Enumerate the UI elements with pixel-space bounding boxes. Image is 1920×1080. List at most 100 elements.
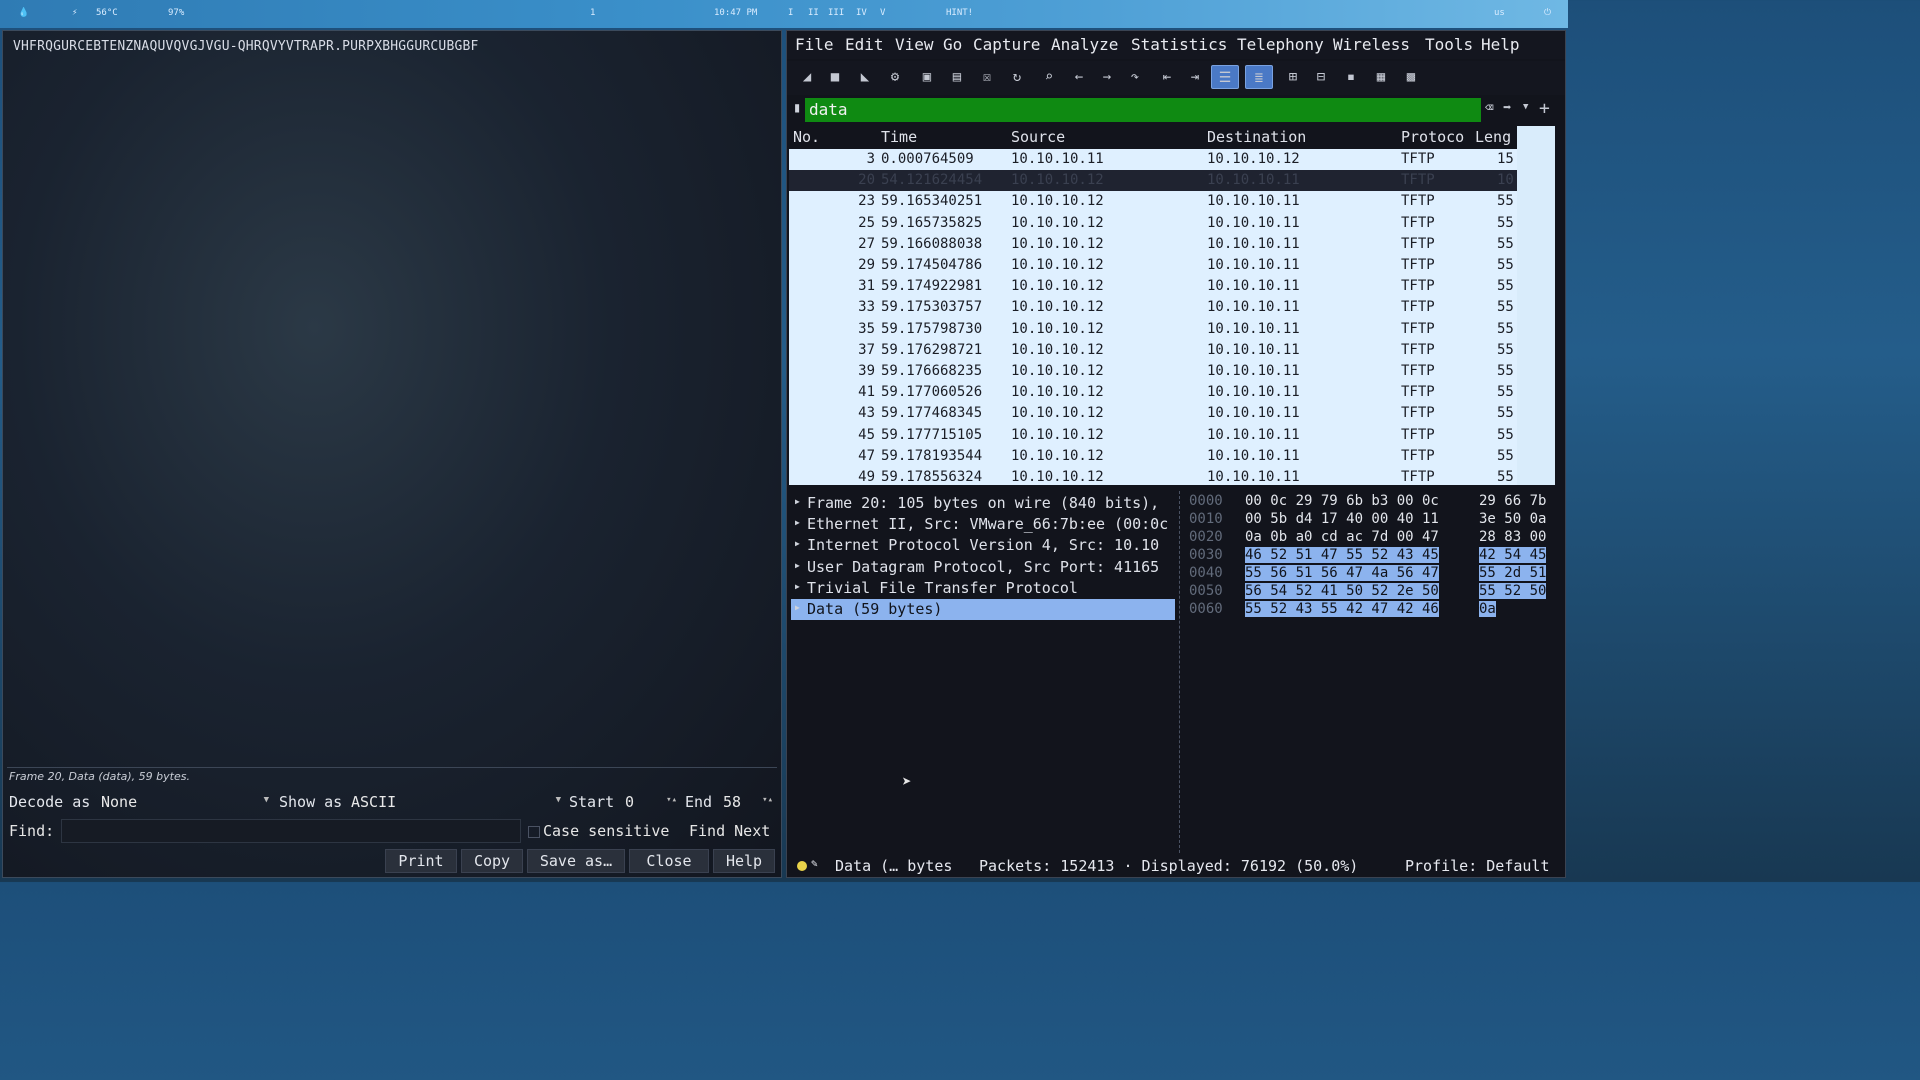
- display-filter-input[interactable]: data: [805, 98, 1481, 122]
- last-packet-icon[interactable]: ⇥: [1183, 65, 1207, 89]
- menu-file[interactable]: File: [795, 35, 834, 54]
- table-row[interactable]: 23 59.165340251 10.10.10.12 10.10.10.11 TFTP…: [789, 191, 1517, 212]
- workspace-2[interactable]: II: [808, 8, 819, 18]
- menu-help[interactable]: Help: [1481, 35, 1520, 54]
- menu-view[interactable]: View: [895, 35, 934, 54]
- table-row[interactable]: 43 59.177468345 10.10.10.12 10.10.10.11 TFTP…: [789, 403, 1517, 424]
- expert-info-icon[interactable]: [797, 861, 807, 871]
- table-row[interactable]: 27 59.166088038 10.10.10.12 10.10.10.11 TFTP…: [789, 234, 1517, 255]
- normal-size-icon[interactable]: ▪: [1339, 65, 1363, 89]
- column-destination[interactable]: Destination: [1207, 128, 1306, 146]
- detail-tree-item[interactable]: ▶ Internet Protocol Version 4, Src: 10.10: [791, 535, 1175, 556]
- hex-row[interactable]: 0030 46 52 51 47 55 52 43 45 42 54 45: [1181, 547, 1565, 565]
- search-icon[interactable]: ⌕: [1037, 65, 1061, 89]
- detail-tree-item[interactable]: ▶ Data (59 bytes): [791, 599, 1175, 620]
- expand-triangle-icon[interactable]: ▶: [795, 539, 800, 548]
- detail-tree-item[interactable]: ▶ Trivial File Transfer Protocol: [791, 578, 1175, 599]
- close-file-icon[interactable]: ☒: [975, 65, 999, 89]
- workspace-3[interactable]: III: [828, 8, 844, 18]
- capture-options-icon[interactable]: ⚙: [883, 65, 907, 89]
- save-as-button[interactable]: Save as…: [527, 849, 625, 873]
- menu-edit[interactable]: Edit: [845, 35, 884, 54]
- column-source[interactable]: Source: [1011, 128, 1065, 146]
- hex-row[interactable]: 0000 00 0c 29 79 6b b3 00 0c 29 66 7b: [1181, 493, 1565, 511]
- start-capture-icon[interactable]: ◢: [795, 65, 819, 89]
- zoom-in-icon[interactable]: ⊞: [1281, 65, 1305, 89]
- first-packet-icon[interactable]: ⇤: [1155, 65, 1179, 89]
- table-row[interactable]: 49 59.178556324 10.10.10.12 10.10.10.11 TFTP…: [789, 467, 1517, 485]
- layout-icon[interactable]: ▩: [1399, 65, 1423, 89]
- decode-as-select[interactable]: None ▼: [101, 791, 273, 813]
- pane-splitter[interactable]: [1179, 491, 1180, 853]
- find-next-button[interactable]: Find Next: [689, 822, 770, 840]
- hex-row[interactable]: 0040 55 56 51 56 47 4a 56 47 55 2d 51: [1181, 565, 1565, 583]
- detail-tree-item[interactable]: ▶ Frame 20: 105 bytes on wire (840 bits),: [791, 493, 1175, 514]
- help-button[interactable]: Help: [713, 849, 775, 873]
- status-profile[interactable]: Profile: Default: [1405, 857, 1550, 875]
- expand-triangle-icon[interactable]: ▶: [795, 497, 800, 506]
- table-row[interactable]: 20 54.121624454 10.10.10.12 10.10.10.11 TFTP…: [789, 170, 1517, 192]
- chevron-down-icon[interactable]: ▼: [1523, 102, 1528, 112]
- column-time[interactable]: Time: [881, 128, 917, 146]
- spin-arrows-icon[interactable]: ▾▴: [666, 795, 677, 805]
- menu-statistics[interactable]: Statistics: [1131, 35, 1227, 54]
- expand-triangle-icon[interactable]: ▶: [795, 582, 800, 591]
- colorize-icon[interactable]: ≣: [1245, 65, 1273, 89]
- go-to-packet-icon[interactable]: ↷: [1123, 65, 1147, 89]
- back-arrow-icon[interactable]: ←: [1067, 65, 1091, 89]
- table-row[interactable]: 41 59.177060526 10.10.10.12 10.10.10.11 TFTP…: [789, 382, 1517, 403]
- workspace-4[interactable]: IV: [856, 8, 867, 18]
- workspace-1[interactable]: I: [788, 8, 793, 18]
- expand-triangle-icon[interactable]: ▶: [795, 561, 800, 570]
- menu-tools[interactable]: Tools: [1425, 35, 1473, 54]
- table-row[interactable]: 29 59.174504786 10.10.10.12 10.10.10.11 TFTP…: [789, 255, 1517, 276]
- add-filter-button-icon[interactable]: +: [1539, 98, 1550, 119]
- detail-tree-item[interactable]: ▶ Ethernet II, Src: VMware_66:7b:ee (00:0…: [791, 514, 1175, 535]
- edit-comment-icon[interactable]: ✎: [811, 857, 818, 870]
- apply-filter-icon[interactable]: ➡: [1503, 100, 1511, 116]
- reload-file-icon[interactable]: ↻: [1005, 65, 1029, 89]
- detail-tree-item[interactable]: ▶ User Datagram Protocol, Src Port: 41165: [791, 557, 1175, 578]
- expand-triangle-icon[interactable]: ▶: [795, 603, 800, 612]
- table-row[interactable]: 3 0.000764509 10.10.10.11 10.10.10.12 TFTP 15: [789, 149, 1517, 170]
- close-button[interactable]: Close: [629, 849, 709, 873]
- show-as-select[interactable]: ASCII ▼: [351, 791, 565, 813]
- menu-go[interactable]: Go: [943, 35, 962, 54]
- restart-capture-icon[interactable]: ◣: [853, 65, 877, 89]
- resize-columns-icon[interactable]: ▦: [1369, 65, 1393, 89]
- expand-triangle-icon[interactable]: ▶: [795, 518, 800, 527]
- start-spinbox[interactable]: 0 ▾▴: [625, 791, 681, 813]
- bookmark-icon[interactable]: ▮: [793, 100, 801, 116]
- hex-row[interactable]: 0060 55 52 43 55 42 47 42 46 0a: [1181, 601, 1565, 619]
- table-row[interactable]: 35 59.175798730 10.10.10.12 10.10.10.11 TFTP…: [789, 319, 1517, 340]
- column-protocol[interactable]: Protoco: [1401, 128, 1464, 146]
- keyboard-layout[interactable]: us: [1494, 8, 1505, 18]
- table-row[interactable]: 45 59.177715105 10.10.10.12 10.10.10.11 TFTP…: [789, 425, 1517, 446]
- forward-arrow-icon[interactable]: →: [1095, 65, 1119, 89]
- table-row[interactable]: 25 59.165735825 10.10.10.12 10.10.10.11 TFTP…: [789, 213, 1517, 234]
- packet-list-scrollbar[interactable]: [1517, 126, 1555, 485]
- end-spinbox[interactable]: 58 ▾▴: [723, 791, 777, 813]
- open-file-icon[interactable]: ▣: [915, 65, 939, 89]
- find-input[interactable]: [61, 819, 521, 843]
- table-row[interactable]: 33 59.175303757 10.10.10.12 10.10.10.11 TFTP…: [789, 297, 1517, 318]
- workspace-5[interactable]: V: [880, 8, 885, 18]
- stream-content[interactable]: VHFRQGURCEBTENZNAQUVQVGJVGU-QHRQVYVTRAPR…: [13, 39, 479, 54]
- hex-row[interactable]: 0050 56 54 52 41 50 52 2e 50 55 52 50: [1181, 583, 1565, 601]
- power-menu-icon[interactable]: ⏻: [1544, 8, 1551, 18]
- clear-filter-icon[interactable]: ⌫: [1485, 100, 1493, 116]
- menu-telephony[interactable]: Telephony: [1237, 35, 1324, 54]
- stop-capture-icon[interactable]: ■: [823, 65, 847, 89]
- workspace-indicator[interactable]: 1: [590, 8, 595, 18]
- print-button[interactable]: Print: [385, 849, 457, 873]
- zoom-out-icon[interactable]: ⊟: [1309, 65, 1333, 89]
- table-row[interactable]: 39 59.176668235 10.10.10.12 10.10.10.11 TFTP…: [789, 361, 1517, 382]
- auto-scroll-icon[interactable]: ☰: [1211, 65, 1239, 89]
- hex-row[interactable]: 0020 0a 0b a0 cd ac 7d 00 47 28 83 00: [1181, 529, 1565, 547]
- spin-arrows-icon[interactable]: ▾▴: [762, 795, 773, 805]
- table-row[interactable]: 37 59.176298721 10.10.10.12 10.10.10.11 TFTP…: [789, 340, 1517, 361]
- menu-wireless[interactable]: Wireless: [1333, 35, 1410, 54]
- column-no[interactable]: No.: [793, 128, 820, 146]
- column-length[interactable]: Leng: [1475, 128, 1511, 146]
- save-file-icon[interactable]: ▤: [945, 65, 969, 89]
